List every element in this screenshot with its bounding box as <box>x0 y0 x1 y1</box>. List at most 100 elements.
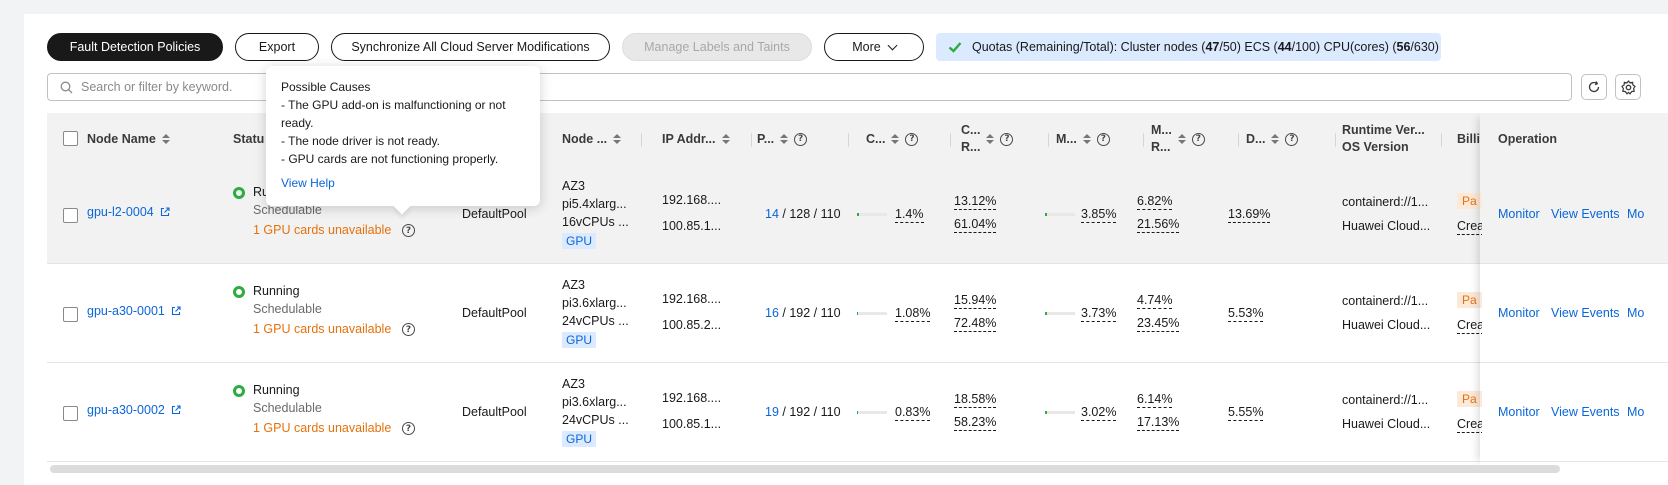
column-node-name[interactable]: Node Name <box>87 113 217 165</box>
help-icon[interactable]: ? <box>905 132 919 146</box>
quota-nodes-remaining: 47 <box>1205 40 1220 54</box>
runtime-version: containerd://1... <box>1342 393 1429 407</box>
column-node-type[interactable]: Node ... <box>562 113 642 165</box>
view-help-link[interactable]: View Help <box>281 174 525 192</box>
gpu-warning-text: 1 GPU cards unavailable <box>253 223 392 237</box>
column-ip[interactable]: IP Addr... <box>662 113 752 165</box>
refresh-icon <box>1588 81 1600 93</box>
quota-cpu-total: /630) <box>1410 40 1439 54</box>
fault-detection-policies-button[interactable]: Fault Detection Policies <box>47 33 223 61</box>
export-button[interactable]: Export <box>235 33 319 61</box>
column-runtime: Runtime Ver... OS Version <box>1342 113 1442 165</box>
column-memory-request[interactable]: M... R... ? <box>1151 113 1239 165</box>
billing-mode: Pa <box>1457 292 1482 308</box>
horizontal-scrollbar[interactable] <box>50 465 1560 473</box>
runtime-version: containerd://1... <box>1342 294 1429 308</box>
column-memory[interactable]: M... ? <box>1056 113 1144 165</box>
cpu-usage: 1.4% <box>895 207 924 223</box>
memory-usage-fill <box>1045 312 1047 315</box>
external-link-icon <box>160 207 170 217</box>
public-ip: 100.85.2... <box>662 318 722 332</box>
column-label: IP Addr... <box>662 132 716 146</box>
quota-ecs-total: /100) CPU(cores) ( <box>1291 40 1397 54</box>
column-label: Node Name <box>87 132 156 146</box>
node-spec: 24vCPUs ... <box>562 413 629 427</box>
sort-icon <box>613 134 622 144</box>
column-pods[interactable]: P... ? <box>757 113 849 165</box>
manage-labels-button[interactable]: Manage Labels and Taints <box>622 33 812 61</box>
help-icon[interactable]: ? <box>1191 132 1205 146</box>
cpu-usage-bar <box>857 213 887 216</box>
pods-used-link[interactable]: 14 <box>765 207 779 221</box>
settings-button[interactable] <box>1615 74 1641 100</box>
cpu-usage-fill <box>857 312 859 315</box>
os-version: Huawei Cloud... <box>1342 318 1431 332</box>
help-icon[interactable]: ? <box>794 132 808 146</box>
schedulable-text: Schedulable <box>253 401 322 415</box>
availability-zone: AZ3 <box>562 278 585 292</box>
availability-zone: AZ3 <box>562 179 585 193</box>
memory-usage-bar <box>1045 213 1075 216</box>
gpu-tag: GPU <box>562 332 597 348</box>
memory-limit: 23.45% <box>1137 316 1180 332</box>
more-label: More <box>852 40 881 54</box>
help-icon[interactable]: ? <box>402 323 415 336</box>
column-cpu-request[interactable]: C... R... ? <box>961 113 1049 165</box>
node-name-link[interactable]: gpu-a30-0001 <box>87 304 181 318</box>
gpu-tag-label: GPU <box>562 233 597 249</box>
select-all-checkbox[interactable] <box>63 131 78 146</box>
row-checkbox[interactable] <box>63 406 78 421</box>
node-name-link[interactable]: gpu-l2-0004 <box>87 205 170 219</box>
node-name-link[interactable]: gpu-a30-0002 <box>87 403 181 417</box>
cpu-limit: 72.48% <box>954 316 997 332</box>
quota-nodes-total: /50) ECS ( <box>1219 40 1278 54</box>
tooltip-title: Possible Causes <box>281 80 371 94</box>
pods-value: 19 / 192 / 110 <box>765 405 841 419</box>
pods-value: 16 / 192 / 110 <box>765 306 841 320</box>
column-label-line: M... <box>1151 123 1172 137</box>
quota-prefix: Quotas (Remaining/Total): Cluster nodes … <box>972 40 1206 54</box>
pods-used-link[interactable]: 19 <box>765 405 779 419</box>
check-icon <box>948 42 962 53</box>
tooltip-line: - The GPU add-on is malfunctioning or no… <box>281 98 506 130</box>
gpu-tag-label: GPU <box>562 332 597 348</box>
memory-usage-bar <box>1045 411 1075 414</box>
memory-usage: 3.02% <box>1081 405 1117 421</box>
column-label: Statu <box>233 132 265 146</box>
quota-cpu-remaining: 56 <box>1396 40 1411 54</box>
sync-modifications-button[interactable]: Synchronize All Cloud Server Modificatio… <box>331 33 610 61</box>
external-link-icon <box>171 405 181 415</box>
help-icon[interactable]: ? <box>1000 132 1014 146</box>
column-label-line: Runtime Ver... <box>1342 123 1425 137</box>
sort-icon <box>161 134 170 144</box>
gear-icon <box>1620 79 1636 95</box>
help-icon[interactable]: ? <box>1285 132 1299 146</box>
row-checkbox[interactable] <box>63 208 78 223</box>
cpu-request: 13.12% <box>954 194 997 210</box>
help-icon[interactable]: ? <box>402 224 415 237</box>
pods-value: 14 / 128 / 110 <box>765 207 841 221</box>
pods-used-link[interactable]: 16 <box>765 306 779 320</box>
sort-icon <box>986 134 995 144</box>
table-row: gpu-a30-0002 Running Schedulable 1 GPU c… <box>47 363 1668 462</box>
billing-tag: Pa <box>1457 391 1482 407</box>
external-link-icon <box>171 306 181 316</box>
node-name: gpu-l2-0004 <box>87 205 154 219</box>
pods-capacity: / 192 / 110 <box>778 306 841 320</box>
help-icon[interactable]: ? <box>402 422 415 435</box>
column-disk[interactable]: D... ? <box>1246 113 1336 165</box>
refresh-button[interactable] <box>1581 74 1607 100</box>
memory-usage: 3.73% <box>1081 306 1117 322</box>
status-text: Running <box>253 383 300 397</box>
fixed-column-divider <box>218 113 224 465</box>
sort-icon <box>1271 134 1280 144</box>
row-checkbox[interactable] <box>63 307 78 322</box>
quota-banner: Quotas (Remaining/Total): Cluster nodes … <box>936 33 1441 61</box>
private-ip: 192.168.... <box>662 193 722 207</box>
node-pool: DefaultPool <box>462 207 527 221</box>
more-dropdown-button[interactable]: More <box>824 33 924 61</box>
column-label: C... <box>866 132 886 146</box>
column-cpu[interactable]: C... ? <box>866 113 951 165</box>
help-icon[interactable]: ? <box>1096 132 1110 146</box>
column-label: Node ... <box>562 132 608 146</box>
